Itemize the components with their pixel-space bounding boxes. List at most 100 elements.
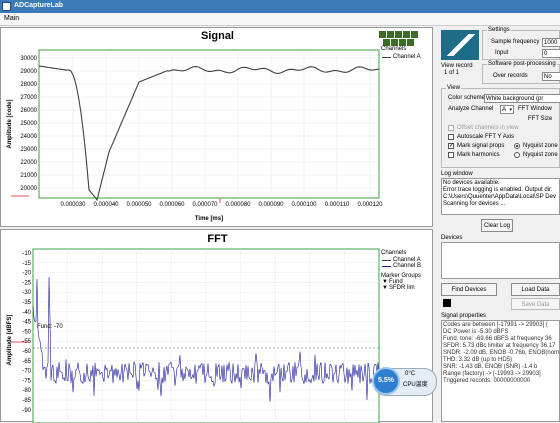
signal-y-tick-label: 29000	[20, 69, 37, 75]
right-panel: View record 1 of 1 Settings Sample frequ…	[437, 27, 560, 422]
fft-y-tick-label: -75	[22, 378, 31, 384]
signal-y-ticks: 30000 29000 28000 27000 26000 25000 24000 23000…	[20, 56, 37, 192]
mark-signal-props-label: Mark signal props	[457, 143, 505, 149]
signal-x-tick-label: 0.000030	[60, 202, 86, 208]
fft-y-tick-label: -10	[22, 251, 31, 257]
fft-y-tick-label: -70	[22, 369, 31, 375]
mark-signal-props-checkbox[interactable]	[448, 143, 454, 149]
analyze-channel-select[interactable]: A ▾	[500, 105, 514, 114]
cpu-usage-circle: 5.5%	[372, 367, 400, 395]
export-icon[interactable]	[407, 39, 414, 46]
triangle-icon: ▼	[382, 285, 388, 291]
signal-x-ticks: 0.000030 0.000040 0.000050 0.000060 0.000070…	[60, 202, 383, 208]
settings-group: Settings Sample frequency 1000 Input 0	[482, 27, 560, 60]
fft-y-tick-label: -50	[22, 329, 31, 335]
pan-icon[interactable]	[395, 31, 402, 38]
zoom-x-icon[interactable]	[383, 39, 390, 46]
log-line: Scanning for devices ...	[443, 201, 506, 207]
fft-y-ticks: -10-15-20-25-30-35-40-45-50-55-60-65-70-…	[22, 251, 31, 414]
analyze-channel-label: Analyze Channel	[448, 106, 494, 112]
view-title: View	[446, 85, 461, 91]
log-line: No devices available.	[443, 180, 500, 186]
signal-x-tick-label: 0.000060	[159, 202, 185, 208]
fft-y-tick-label: -80	[22, 388, 31, 394]
fft-y-tick-label: -45	[22, 320, 31, 326]
signal-property-line: Fund. tone: -69.66 dBFS at frequency 36	[443, 336, 552, 342]
over-records-select[interactable]: No	[542, 72, 560, 81]
fft-y-tick-label: -60	[22, 349, 31, 355]
signal-legend: Channels Channel A	[381, 46, 431, 70]
signal-y-tick-label: 26000	[20, 108, 37, 114]
menu-main[interactable]: Main	[4, 15, 19, 22]
find-devices-button[interactable]: Find Devices	[441, 283, 497, 296]
fft-chart[interactable]: -10-15-20-25-30-35-40-45-50-55-60-65-70-…	[1, 230, 434, 423]
signal-property-line: SFDR: 5.73 dBc limiter at frequency 36.1…	[443, 343, 556, 349]
settings-title: Settings	[487, 27, 511, 33]
log-line: C:\Users\Quuenter\AppData\Local\SP Dev	[443, 194, 556, 200]
fft-legend-channel-b-label: Channel B	[393, 263, 422, 269]
mark-harmonics-label: Mark harmonics	[457, 152, 500, 158]
mark-harmonics-checkbox[interactable]	[448, 152, 454, 158]
offset-channels-label: Offset channels in view	[457, 125, 519, 131]
signal-x-tick-label: 0.000080	[225, 202, 251, 208]
signal-property-line: DC Power is -5.30 dBFS	[443, 329, 509, 335]
signal-y-label: Amplitude [code]	[7, 99, 13, 148]
reset-icon[interactable]	[411, 31, 418, 38]
save-data-button[interactable]: Save Data	[511, 298, 560, 310]
nyquist-zone-2-radio[interactable]	[514, 152, 520, 158]
nyquist-zone-2-label: Nyquist zone	[523, 152, 558, 158]
fft-y-label: Amplitude [dBFS]	[7, 315, 13, 366]
signal-x-tick-label: 0.000070	[192, 202, 218, 208]
signal-x-tick-label: 0.000090	[258, 202, 284, 208]
fft-legend-channels-title: Channels	[381, 250, 407, 256]
post-processing-title: Software post-processing	[487, 61, 557, 67]
log-window-title: Log window	[441, 171, 473, 177]
signal-x-tick-label: 0.000050	[126, 202, 152, 208]
fft-window-label: FFT Window	[518, 106, 552, 112]
signal-x-tick-label: 0.000110	[325, 202, 350, 208]
signal-y-tick-label: 24000	[20, 134, 37, 140]
signal-properties-box[interactable]: Codes are between [-17991 -> 29903] ( DC…	[441, 320, 560, 422]
fft-y-tick-label: -20	[22, 271, 31, 277]
devices-title: Devices	[441, 235, 463, 241]
app-logo	[441, 30, 479, 60]
input-field[interactable]: 0	[542, 49, 560, 58]
cursor-icon[interactable]	[399, 39, 406, 46]
fft-y-tick-label: -85	[22, 398, 31, 404]
fft-y-tick-label: -65	[22, 359, 31, 365]
offset-channels-checkbox[interactable]	[448, 125, 454, 131]
fft-y-tick-label: -90	[22, 408, 31, 414]
fit-icon[interactable]	[403, 31, 410, 38]
signal-y-tick-label: 28000	[20, 82, 37, 88]
zoom-out-icon[interactable]	[387, 31, 394, 38]
fft-y-tick-label: -30	[22, 290, 31, 296]
zoom-y-icon[interactable]	[391, 39, 398, 46]
fft-y-tick-label: -15	[22, 261, 31, 267]
log-line: Error trace logging is enabled. Output d…	[443, 187, 553, 193]
view-group: View Color scheme White background (pr A…	[441, 85, 560, 168]
autoscale-checkbox[interactable]	[448, 134, 454, 140]
menu-bar: Main	[0, 13, 560, 26]
clear-log-button[interactable]: Clear Log	[481, 219, 513, 232]
app-icon	[2, 2, 11, 11]
over-records-label: Over records	[493, 73, 528, 79]
signal-y-tick-label: 30000	[20, 56, 37, 62]
signal-legend-item: Channel A	[381, 54, 431, 60]
signal-legend-label: Channel A	[393, 54, 421, 60]
nyquist-zone-1-radio[interactable]	[514, 143, 520, 149]
fft-marker-sfdr: ▼ SFDR lim	[381, 285, 433, 291]
post-processing-group: Software post-processing Over records No	[482, 61, 560, 84]
cpu-temp-value: 0°C	[405, 371, 416, 377]
signal-x-tick-label: 0.000120	[357, 202, 383, 208]
signal-chart[interactable]: 30000 29000 28000 27000 26000 25000 24000 23000…	[1, 28, 434, 226]
color-scheme-select[interactable]: White background (pr	[484, 94, 560, 103]
sample-frequency-label: Sample frequency	[491, 39, 540, 45]
channel-b-swatch	[382, 266, 391, 267]
signal-y-tick-label: 22000	[20, 160, 37, 166]
load-data-button[interactable]: Load Data	[511, 283, 560, 296]
zoom-in-icon[interactable]	[379, 31, 386, 38]
sample-frequency-input[interactable]: 1000	[542, 38, 560, 47]
log-textarea[interactable]: No devices available. Error trace loggin…	[441, 178, 560, 215]
signal-property-line: THD: 3.32 dB (up to HD5)	[443, 357, 513, 363]
devices-list[interactable]	[441, 242, 560, 279]
